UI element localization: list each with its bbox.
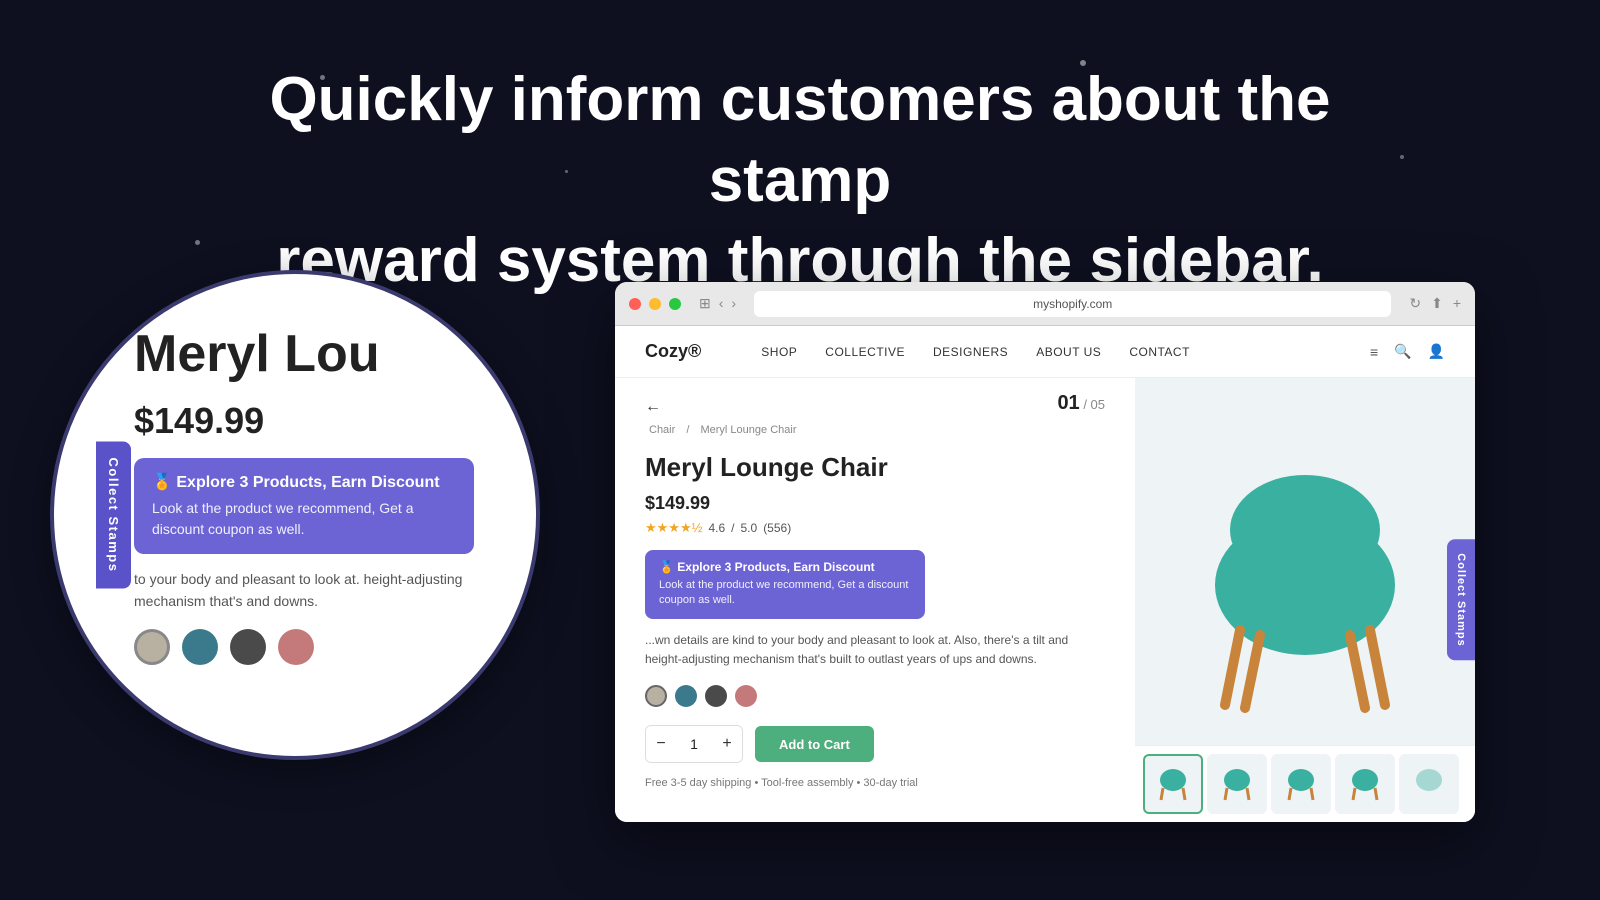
zoom-stamp-sidebar[interactable]: Collect Stamps xyxy=(96,442,131,589)
browser-chrome: ⊞ ‹ › myshopify.com ↻ ⬆ + xyxy=(615,282,1475,326)
zoom-popup-title-text: Explore 3 Products, Earn Discount xyxy=(176,474,439,491)
browser-share-icon[interactable]: ⬆ xyxy=(1431,295,1443,312)
thumb-4[interactable] xyxy=(1335,754,1395,814)
product-chair-image xyxy=(1175,470,1435,730)
stamp-popup-title-text: Explore 3 Products, Earn Discount xyxy=(677,560,874,574)
hero-line1: Quickly inform customers about the stamp xyxy=(269,65,1330,215)
zoom-color-swatches xyxy=(134,629,314,665)
forward-icon[interactable]: › xyxy=(731,295,736,312)
breadcrumb-separator: / xyxy=(686,424,692,436)
nav-links: SHOP COLLECTIVE DESIGNERS ABOUT US CONTA… xyxy=(761,345,1370,359)
product-page: 01 / 05 ← Chair / Meryl Lounge Chair Mer… xyxy=(615,378,1475,822)
browser-refresh-icon[interactable]: ↻ xyxy=(1409,295,1421,312)
product-price: $149.99 xyxy=(645,493,1105,514)
thumb-1[interactable] xyxy=(1143,754,1203,814)
review-count: (556) xyxy=(763,521,791,535)
rating-max: 5.0 xyxy=(741,521,758,535)
swatch-dark[interactable] xyxy=(705,685,727,707)
page-total: / 05 xyxy=(1083,397,1105,412)
quantity-control: − 1 + xyxy=(645,725,743,763)
zoom-swatch-2[interactable] xyxy=(182,629,218,665)
website-content: Cozy® SHOP COLLECTIVE DESIGNERS ABOUT US… xyxy=(615,326,1475,822)
zoom-price: $149.99 xyxy=(134,400,264,442)
add-to-cart-row: − 1 + Add to Cart xyxy=(645,725,1105,763)
browser-add-icon[interactable]: + xyxy=(1453,295,1461,312)
thumb-5[interactable] xyxy=(1399,754,1459,814)
quantity-value: 1 xyxy=(676,736,712,752)
browser-maximize-dot[interactable] xyxy=(669,298,681,310)
nav-search-icon[interactable]: 🔍 xyxy=(1394,343,1411,360)
site-nav: Cozy® SHOP COLLECTIVE DESIGNERS ABOUT US… xyxy=(615,326,1475,378)
zoom-swatch-4[interactable] xyxy=(278,629,314,665)
add-to-cart-button[interactable]: Add to Cart xyxy=(755,726,874,762)
shipping-info: Free 3-5 day shipping • Tool-free assemb… xyxy=(645,777,1105,789)
page-indicator: 01 / 05 xyxy=(1057,392,1105,415)
nav-shop[interactable]: SHOP xyxy=(761,345,797,359)
product-title: Meryl Lounge Chair xyxy=(645,452,1105,483)
browser-close-dot[interactable] xyxy=(629,298,641,310)
nav-about[interactable]: ABOUT US xyxy=(1036,345,1101,359)
swatch-pink[interactable] xyxy=(735,685,757,707)
zoom-swatch-3[interactable] xyxy=(230,629,266,665)
zoom-desc: to your body and pleasant to look at. he… xyxy=(134,568,496,613)
quantity-decrease[interactable]: − xyxy=(646,726,676,762)
site-logo: Cozy® xyxy=(645,341,701,362)
zoom-circle: Collect Stamps Meryl Lou $149.99 🏅 Explo… xyxy=(50,270,540,760)
zoom-product-title: Meryl Lou xyxy=(134,324,380,384)
quantity-increase[interactable]: + xyxy=(712,726,742,762)
stamp-popup-icon: 🏅 xyxy=(659,560,677,574)
product-left: 01 / 05 ← Chair / Meryl Lounge Chair Mer… xyxy=(615,378,1135,822)
browser-nav-icons: ⊞ ‹ › xyxy=(699,295,736,312)
breadcrumb-product[interactable]: Meryl Lounge Chair xyxy=(700,424,796,436)
nav-designers[interactable]: DESIGNERS xyxy=(933,345,1008,359)
browser-action-icons: ↻ ⬆ + xyxy=(1409,295,1461,312)
stamp-popup-text: Look at the product we recommend, Get a … xyxy=(659,578,911,609)
stamp-sidebar[interactable]: Collect Stamps xyxy=(1447,539,1475,660)
zoom-stamp-label: Collect Stamps xyxy=(106,458,121,573)
product-rating: ★★★★½ 4.6 / 5.0 (556) xyxy=(645,520,1105,536)
browser-window: ⊞ ‹ › myshopify.com ↻ ⬆ + Cozy® SHOP COL… xyxy=(615,282,1475,822)
rating-value: 4.6 xyxy=(708,521,725,535)
page-current: 01 xyxy=(1057,392,1079,414)
zoom-popup-text: Look at the product we recommend, Get a … xyxy=(152,498,456,540)
breadcrumb: Chair / Meryl Lounge Chair xyxy=(645,424,1105,436)
thumb-3[interactable] xyxy=(1271,754,1331,814)
breadcrumb-chair[interactable]: Chair xyxy=(649,424,675,436)
zoom-swatch-1[interactable] xyxy=(134,629,170,665)
zoom-stamp-popup: 🏅 Explore 3 Products, Earn Discount Look… xyxy=(134,458,474,554)
stamp-popup: 🏅 Explore 3 Products, Earn Discount Look… xyxy=(645,550,925,619)
swatch-teal[interactable] xyxy=(675,685,697,707)
color-swatches xyxy=(645,685,1105,707)
swatch-beige[interactable] xyxy=(645,685,667,707)
zoom-popup-icon: 🏅 xyxy=(152,474,176,491)
nav-right-icons: ≡ 🔍 👤 xyxy=(1370,343,1445,360)
product-description: ...wn details are kind to your body and … xyxy=(645,631,1105,669)
browser-url: myshopify.com xyxy=(1033,297,1112,311)
nav-menu-icon[interactable]: ≡ xyxy=(1370,344,1378,360)
browser-minimize-dot[interactable] xyxy=(649,298,661,310)
hero-section: Quickly inform customers about the stamp… xyxy=(0,60,1600,302)
browser-url-bar[interactable]: myshopify.com xyxy=(754,291,1391,317)
back-icon[interactable]: ‹ xyxy=(719,295,724,312)
zoom-popup-title: 🏅 Explore 3 Products, Earn Discount xyxy=(152,472,456,492)
stamp-sidebar-label: Collect Stamps xyxy=(1455,553,1467,646)
sidebar-icon[interactable]: ⊞ xyxy=(699,295,711,312)
rating-separator: / xyxy=(731,521,734,535)
thumb-2[interactable] xyxy=(1207,754,1267,814)
nav-collective[interactable]: COLLECTIVE xyxy=(825,345,905,359)
nav-contact[interactable]: CONTACT xyxy=(1129,345,1190,359)
rating-stars: ★★★★½ xyxy=(645,520,702,536)
product-image-area: Collect Stamps xyxy=(1135,378,1475,822)
stamp-popup-title: 🏅 Explore 3 Products, Earn Discount xyxy=(659,560,911,574)
thumbnail-strip xyxy=(1135,745,1475,822)
back-arrow[interactable]: ← xyxy=(645,398,1105,416)
nav-user-icon[interactable]: 👤 xyxy=(1428,343,1445,360)
